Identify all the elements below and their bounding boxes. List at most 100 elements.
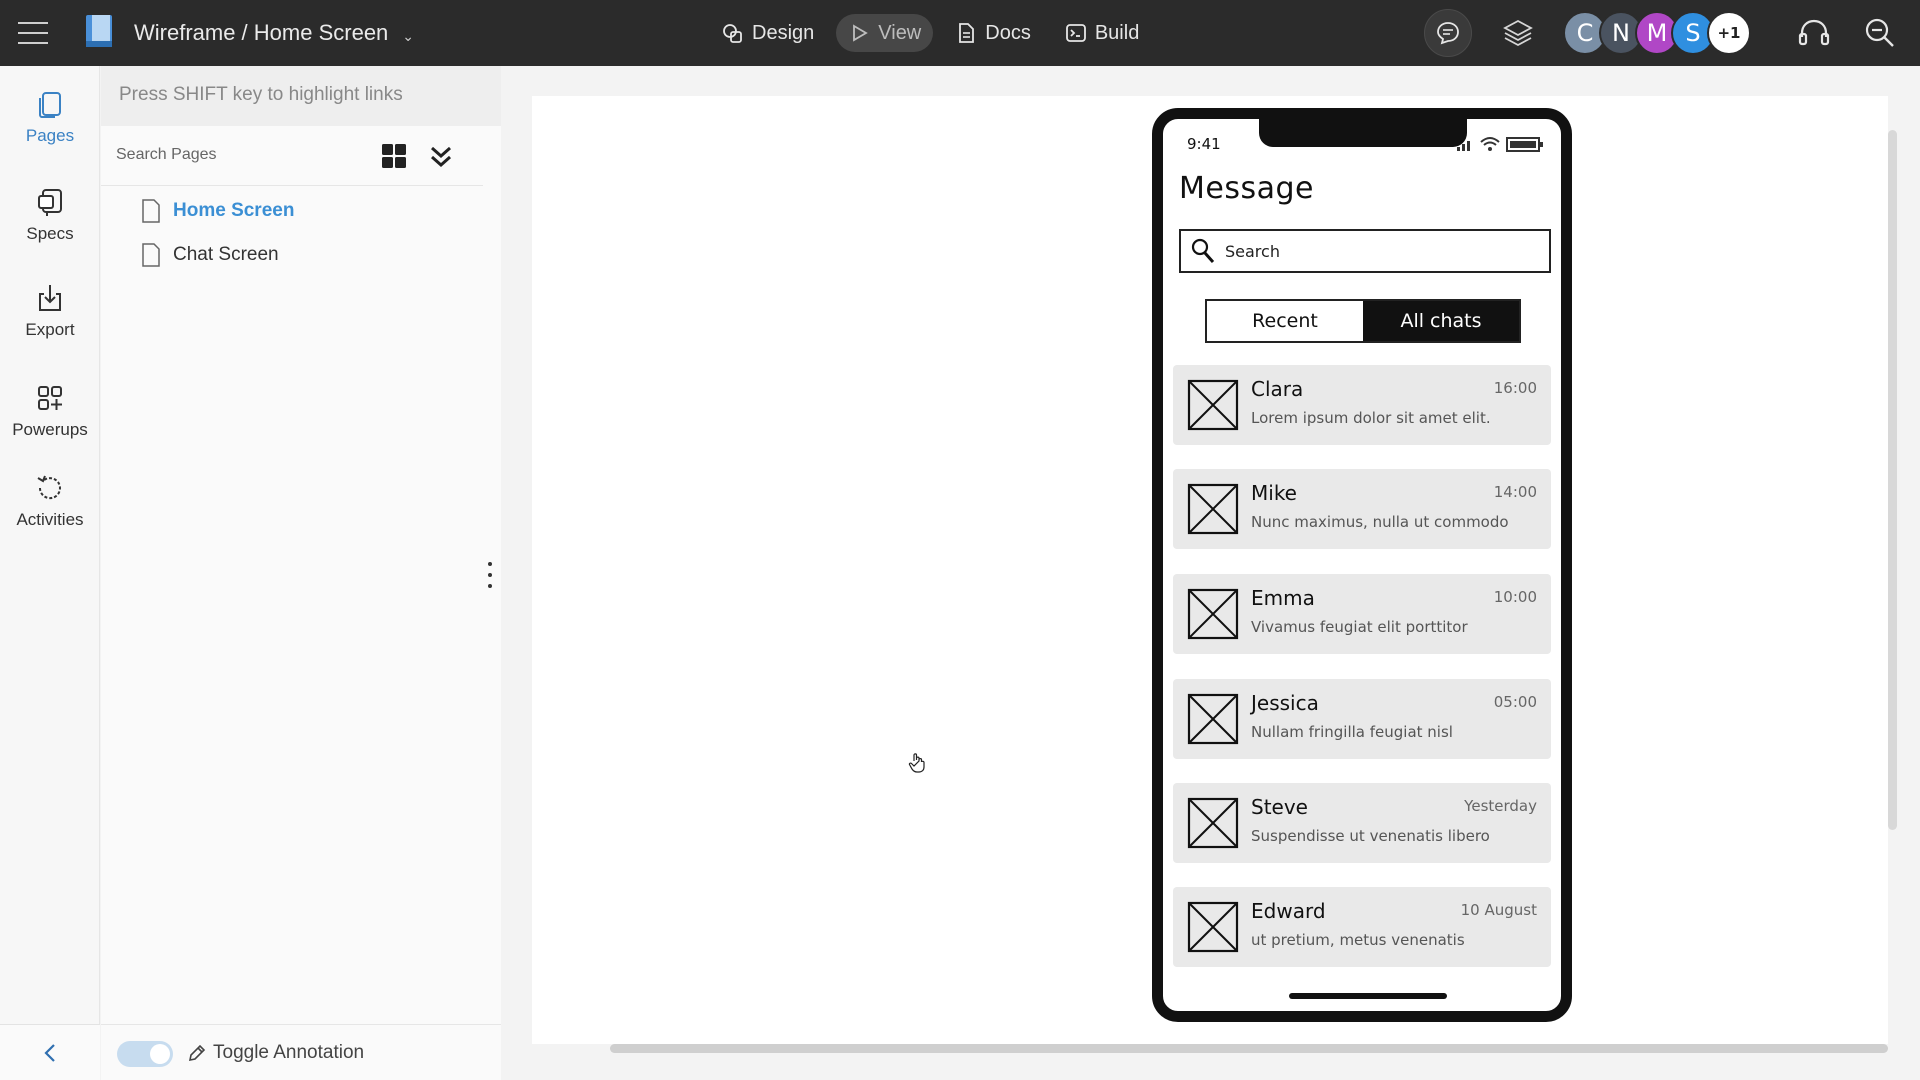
layers-button[interactable] <box>1494 9 1542 57</box>
mode-build-button[interactable]: Build <box>1053 14 1151 52</box>
menu-icon[interactable] <box>16 17 50 49</box>
play-icon <box>853 24 869 42</box>
chat-name: Mike <box>1251 481 1297 505</box>
top-bar: Wireframe / Home Screen ⌄ Design View Do… <box>0 0 1920 66</box>
image-placeholder-icon <box>1187 588 1239 640</box>
chat-time: Yesterday <box>1464 797 1537 815</box>
status-time: 9:41 <box>1187 135 1221 153</box>
chat-list-item[interactable]: Emma 10:00 Vivamus feugiat elit porttito… <box>1173 574 1551 654</box>
chat-name: Edward <box>1251 899 1326 923</box>
mode-view-button[interactable]: View <box>836 14 934 52</box>
rail-item-export[interactable]: Export <box>0 282 100 340</box>
battery-icon <box>1506 137 1543 152</box>
project-title[interactable]: Wireframe / Home Screen ⌄ <box>134 16 414 50</box>
page-item-home-screen[interactable]: Home Screen <box>141 199 294 223</box>
chat-preview: Vivamus feugiat elit porttitor <box>1251 618 1468 636</box>
project-title-text: Wireframe / Home Screen <box>134 20 389 45</box>
page-icon <box>142 243 160 267</box>
toggle-annotation-label[interactable]: Toggle Annotation <box>187 1042 364 1064</box>
toggle-knob <box>150 1044 170 1064</box>
comments-button[interactable] <box>1424 9 1472 57</box>
chat-list-item[interactable]: Edward 10 August ut pretium, metus venen… <box>1173 887 1551 967</box>
chat-bubble-icon <box>1437 22 1459 45</box>
pages-panel: Press SHIFT key to highlight links Searc… <box>101 66 501 1080</box>
wifi-icon <box>1480 137 1500 151</box>
annotation-bar: Toggle Annotation <box>101 1024 501 1080</box>
collaborator-avatars: C N M S +1 <box>1563 10 1751 56</box>
mode-design-button[interactable]: Design <box>710 14 826 52</box>
chevron-down-icon: ⌄ <box>402 27 415 44</box>
phone-notch <box>1259 117 1467 147</box>
double-chevron-down-icon[interactable] <box>427 143 455 171</box>
chat-list-item[interactable]: Clara 16:00 Lorem ipsum dolor sit amet e… <box>1173 365 1551 445</box>
chat-list-item[interactable]: Mike 14:00 Nunc maximus, nulla ut commod… <box>1173 469 1551 549</box>
chat-preview: Suspendisse ut venenatis libero <box>1251 827 1490 845</box>
support-button[interactable] <box>1790 9 1838 57</box>
screen-title: Message <box>1179 171 1314 206</box>
chat-list-item[interactable]: Jessica 05:00 Nullam fringilla feugiat n… <box>1173 679 1551 759</box>
chat-time: 10 August <box>1460 901 1537 919</box>
image-placeholder-icon <box>1187 797 1239 849</box>
shapes-icon <box>723 24 742 43</box>
rail-item-specs[interactable]: Specs <box>0 186 100 244</box>
chat-time: 05:00 <box>1493 693 1537 711</box>
chat-tabs: Recent All chats <box>1205 299 1521 343</box>
tab-all-chats[interactable]: All chats <box>1363 301 1519 341</box>
chat-preview: Nunc maximus, nulla ut commodo <box>1251 513 1509 531</box>
chat-name: Jessica <box>1251 691 1319 715</box>
mode-docs-button[interactable]: Docs <box>943 14 1043 52</box>
chat-time: 10:00 <box>1493 588 1537 606</box>
chevron-left-icon <box>44 1043 55 1062</box>
export-icon <box>39 285 61 311</box>
rail-item-powerups[interactable]: Powerups <box>0 382 100 440</box>
terminal-icon <box>1065 24 1086 42</box>
specs-icon <box>38 189 62 216</box>
zoom-out-button[interactable] <box>1856 9 1904 57</box>
headset-icon <box>1798 19 1830 46</box>
document-icon <box>959 23 975 43</box>
mode-build-label: Build <box>1094 21 1140 44</box>
chat-search-placeholder: Search <box>1225 241 1280 261</box>
left-rail: Pages Specs Export Powerups Activities <box>0 66 100 1080</box>
mode-view-label: View <box>878 21 922 44</box>
more-collaborators-badge[interactable]: +1 <box>1707 11 1751 55</box>
grid-view-icon[interactable] <box>381 143 407 169</box>
vertical-scrollbar[interactable] <box>1888 130 1897 830</box>
image-placeholder-icon <box>1187 379 1239 431</box>
page-item-label: Chat Screen <box>173 244 279 265</box>
chat-preview: Nullam fringilla feugiat nisl <box>1251 723 1453 741</box>
page-item-chat-screen[interactable]: Chat Screen <box>141 243 279 267</box>
signal-icon <box>1457 141 1470 151</box>
chat-preview: ut pretium, metus venenatis <box>1251 931 1465 949</box>
image-placeholder-icon <box>1187 901 1239 953</box>
phone-wireframe: 9:41 Message Search Recent All chats Cla… <box>1152 108 1572 1022</box>
panel-resize-handle[interactable] <box>485 562 495 588</box>
rail-item-label: Powerups <box>12 420 88 439</box>
page-icon <box>142 199 160 223</box>
rail-item-activities[interactable]: Activities <box>0 472 100 530</box>
pages-icon <box>39 92 61 118</box>
tab-recent[interactable]: Recent <box>1207 301 1363 341</box>
search-pages-bar: Search Pages <box>101 126 483 186</box>
chat-name: Clara <box>1251 377 1304 401</box>
collapse-sidebar-button[interactable] <box>0 1024 100 1080</box>
rail-item-label: Activities <box>16 510 84 529</box>
chat-name: Emma <box>1251 586 1315 610</box>
mode-switcher: Design View Docs Build <box>710 13 1151 53</box>
search-pages-input[interactable]: Search Pages <box>116 146 217 164</box>
chat-list-item[interactable]: Steve Yesterday Suspendisse ut venenatis… <box>1173 783 1551 863</box>
pencil-icon <box>188 1044 206 1062</box>
shift-hint: Press SHIFT key to highlight links <box>101 66 501 126</box>
search-icon <box>1191 238 1215 263</box>
rail-item-pages[interactable]: Pages <box>0 88 100 146</box>
chat-search-input[interactable]: Search <box>1179 229 1551 273</box>
annotation-toggle[interactable] <box>117 1041 173 1067</box>
history-icon <box>37 475 61 500</box>
page-item-label: Home Screen <box>173 200 295 221</box>
zoom-out-icon <box>1865 18 1894 47</box>
hand-cursor-icon <box>908 753 925 773</box>
image-placeholder-icon <box>1187 483 1239 535</box>
horizontal-scrollbar[interactable] <box>610 1044 1888 1053</box>
home-indicator <box>1289 993 1447 999</box>
rail-item-label: Export <box>25 320 75 339</box>
